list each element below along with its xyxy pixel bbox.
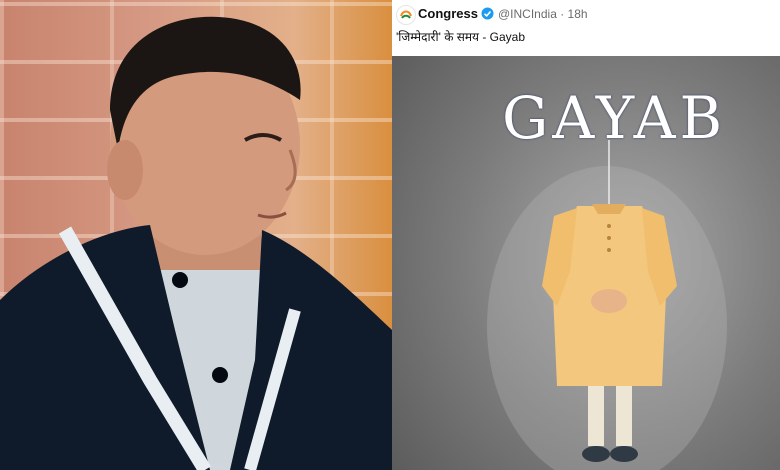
tweet-screenshot: Congress @INCIndia · 18h 'जिम्मेदारी' के… <box>392 0 780 470</box>
hands <box>591 289 627 313</box>
tweet-account-name[interactable]: Congress <box>418 6 478 21</box>
tweet-handle-time[interactable]: @INCIndia · 18h <box>498 7 588 21</box>
man-illustration <box>0 16 392 470</box>
tweet-text: 'जिम्मेदारी' के समय - Gayab <box>396 30 526 44</box>
congress-logo-icon[interactable] <box>396 5 416 25</box>
headless-kurta-figure <box>487 140 727 470</box>
tweet-header: Congress @INCIndia · 18h 'जिम्मेदारी' के… <box>392 0 780 56</box>
verified-badge-icon <box>481 7 494 20</box>
shoe-left <box>582 446 610 462</box>
pajama-left <box>588 386 604 446</box>
ear <box>107 140 143 200</box>
shoe-right <box>610 446 638 462</box>
man-photo <box>0 0 392 470</box>
gayab-poster: GAYAB <box>392 56 780 470</box>
pajama-right <box>616 386 632 446</box>
jacket-button <box>172 272 188 288</box>
jacket-button <box>212 367 228 383</box>
